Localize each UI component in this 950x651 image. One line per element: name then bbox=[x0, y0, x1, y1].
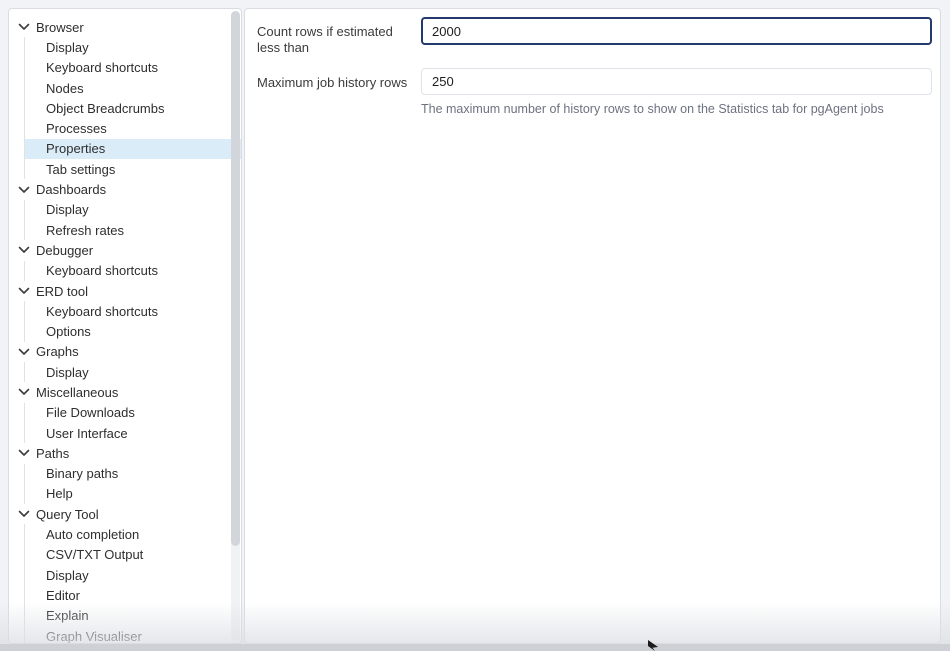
count-rows-input[interactable] bbox=[421, 17, 932, 45]
tree-item-query-tool-auto-completion[interactable]: Auto completion bbox=[9, 524, 241, 544]
tree-group-label: Query Tool bbox=[36, 507, 99, 522]
tree-item-label: Object Breadcrumbs bbox=[46, 101, 165, 116]
tree-item-label: Keyboard shortcuts bbox=[46, 60, 158, 75]
tree-item-label: Display bbox=[46, 365, 89, 380]
tree-item-miscellaneous-user-interface[interactable]: User Interface bbox=[9, 423, 241, 443]
tree-item-label: Display bbox=[46, 202, 89, 217]
tree-item-dashboards-refresh-rates[interactable]: Refresh rates bbox=[9, 220, 241, 240]
sidebar-scrollbar-track[interactable] bbox=[231, 11, 240, 641]
chevron-down-icon[interactable] bbox=[18, 449, 30, 457]
chevron-down-icon[interactable] bbox=[18, 348, 30, 356]
tree-group-label: Dashboards bbox=[36, 182, 106, 197]
preferences-content-panel: Count rows if estimated less than Maximu… bbox=[244, 8, 941, 644]
tree-group-debugger[interactable]: Debugger bbox=[9, 240, 241, 260]
tree-item-browser-object-breadcrumbs[interactable]: Object Breadcrumbs bbox=[9, 98, 241, 118]
tree-item-erd-tool-options[interactable]: Options bbox=[9, 321, 241, 341]
tree-item-label: File Downloads bbox=[46, 405, 135, 420]
tree-item-browser-properties[interactable]: Properties bbox=[9, 139, 241, 159]
tree-item-label: Binary paths bbox=[46, 466, 118, 481]
chevron-down-icon[interactable] bbox=[18, 287, 30, 295]
chevron-down-icon[interactable] bbox=[18, 388, 30, 396]
max-job-history-label: Maximum job history rows bbox=[257, 68, 421, 117]
preferences-dialog: Browser Display Keyboard shortcuts Nodes… bbox=[0, 0, 950, 651]
tree-item-label: Graph Visualiser bbox=[46, 629, 142, 644]
chevron-down-icon[interactable] bbox=[18, 246, 30, 254]
tree-item-debugger-keyboard-shortcuts[interactable]: Keyboard shortcuts bbox=[9, 261, 241, 281]
tree-group-graphs[interactable]: Graphs bbox=[9, 342, 241, 362]
tree-item-query-tool-editor[interactable]: Editor bbox=[9, 585, 241, 605]
count-rows-label: Count rows if estimated less than bbox=[257, 17, 421, 56]
tree-group-label: Browser bbox=[36, 20, 84, 35]
tree-item-browser-nodes[interactable]: Nodes bbox=[9, 78, 241, 98]
tree-item-query-tool-explain[interactable]: Explain bbox=[9, 606, 241, 626]
tree-item-label: Explain bbox=[46, 608, 89, 623]
preferences-tree-panel: Browser Display Keyboard shortcuts Nodes… bbox=[8, 8, 242, 644]
tree-group-label: Debugger bbox=[36, 243, 93, 258]
tree-item-label: User Interface bbox=[46, 426, 128, 441]
tree-group-query-tool[interactable]: Query Tool bbox=[9, 504, 241, 524]
tree-group-browser[interactable]: Browser bbox=[9, 17, 241, 37]
tree-item-query-tool-graph-visualiser[interactable]: Graph Visualiser bbox=[9, 626, 241, 644]
tree-item-miscellaneous-file-downloads[interactable]: File Downloads bbox=[9, 403, 241, 423]
tree-group-paths[interactable]: Paths bbox=[9, 443, 241, 463]
sidebar-scrollbar-thumb[interactable] bbox=[231, 11, 240, 546]
tree-item-paths-binary-paths[interactable]: Binary paths bbox=[9, 464, 241, 484]
tree-item-label: Options bbox=[46, 324, 91, 339]
tree-item-paths-help[interactable]: Help bbox=[9, 484, 241, 504]
field-count-rows: Count rows if estimated less than bbox=[257, 17, 932, 56]
preferences-tree: Browser Display Keyboard shortcuts Nodes… bbox=[9, 9, 241, 644]
chevron-down-icon[interactable] bbox=[18, 510, 30, 518]
tree-item-graphs-display[interactable]: Display bbox=[9, 362, 241, 382]
tree-item-label: Keyboard shortcuts bbox=[46, 304, 158, 319]
tree-item-browser-tab-settings[interactable]: Tab settings bbox=[9, 159, 241, 179]
tree-group-dashboards[interactable]: Dashboards bbox=[9, 179, 241, 199]
max-job-history-helper-text: The maximum number of history rows to sh… bbox=[421, 102, 932, 117]
dialog-bottom-edge bbox=[0, 644, 950, 651]
tree-item-label: Display bbox=[46, 568, 89, 583]
tree-item-browser-processes[interactable]: Processes bbox=[9, 118, 241, 138]
max-job-history-control: The maximum number of history rows to sh… bbox=[421, 68, 932, 117]
tree-group-label: Miscellaneous bbox=[36, 385, 118, 400]
count-rows-control bbox=[421, 17, 932, 56]
tree-group-label: ERD tool bbox=[36, 284, 88, 299]
field-max-job-history: Maximum job history rows The maximum num… bbox=[257, 68, 932, 117]
tree-item-label: Editor bbox=[46, 588, 80, 603]
tree-item-label: Auto completion bbox=[46, 527, 139, 542]
tree-group-erd-tool[interactable]: ERD tool bbox=[9, 281, 241, 301]
max-job-history-input[interactable] bbox=[421, 68, 932, 95]
tree-item-browser-keyboard-shortcuts[interactable]: Keyboard shortcuts bbox=[9, 58, 241, 78]
tree-group-label: Graphs bbox=[36, 344, 79, 359]
tree-item-browser-display[interactable]: Display bbox=[9, 37, 241, 57]
tree-item-dashboards-display[interactable]: Display bbox=[9, 200, 241, 220]
tree-item-query-tool-display[interactable]: Display bbox=[9, 565, 241, 585]
tree-item-label: Refresh rates bbox=[46, 223, 124, 238]
tree-group-miscellaneous[interactable]: Miscellaneous bbox=[9, 382, 241, 402]
tree-item-label: Tab settings bbox=[46, 162, 115, 177]
tree-item-label: Help bbox=[46, 486, 73, 501]
tree-item-label: Display bbox=[46, 40, 89, 55]
tree-group-label: Paths bbox=[36, 446, 69, 461]
tree-item-query-tool-csv-txt-output[interactable]: CSV/TXT Output bbox=[9, 545, 241, 565]
chevron-down-icon[interactable] bbox=[18, 23, 30, 31]
chevron-down-icon[interactable] bbox=[18, 186, 30, 194]
tree-item-label: Properties bbox=[46, 141, 105, 156]
tree-item-label: Nodes bbox=[46, 81, 84, 96]
tree-item-label: Keyboard shortcuts bbox=[46, 263, 158, 278]
tree-item-label: Processes bbox=[46, 121, 107, 136]
tree-item-erd-tool-keyboard-shortcuts[interactable]: Keyboard shortcuts bbox=[9, 301, 241, 321]
tree-item-label: CSV/TXT Output bbox=[46, 547, 143, 562]
